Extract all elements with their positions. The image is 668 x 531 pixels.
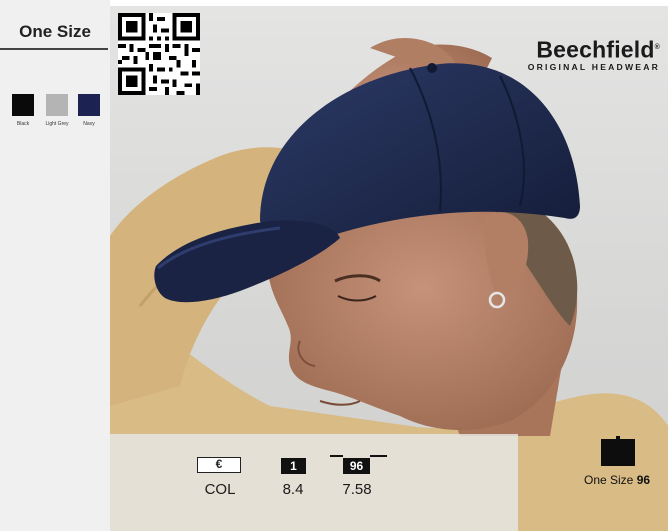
size-divider (0, 48, 108, 50)
brand-tagline: ORIGINAL HEADWEAR (527, 61, 660, 72)
currency-badge: € (197, 457, 241, 473)
color-label-navy: Navy (83, 121, 95, 127)
brand-name: Beechfield (536, 36, 655, 63)
brand-logo: Beechfield® ORIGINAL HEADWEAR (528, 36, 660, 72)
sidebar: One Size Black Light Grey Navy (0, 0, 110, 531)
size-title: One Size (19, 22, 91, 41)
bracket-bar-right (370, 455, 387, 457)
pack-size-label: One Size (584, 473, 634, 487)
price-single: 8.4 (282, 481, 304, 498)
qr-code[interactable] (118, 13, 200, 95)
box-icon (601, 436, 635, 466)
color-swatch-black[interactable] (12, 94, 34, 116)
pack-info: One Size 96 (584, 473, 650, 487)
registered-mark: ® (654, 44, 660, 51)
qty-badge-1: 1 (281, 458, 306, 474)
pack-quantity: 96 (636, 473, 651, 487)
qty-badge-96: 96 (343, 458, 370, 474)
color-swatch-light-grey[interactable] (46, 94, 68, 116)
bracket-bar-left (330, 455, 343, 457)
price-bulk: 7.58 (342, 481, 372, 498)
price-col-label: COL (204, 481, 236, 498)
color-swatch-navy[interactable] (78, 94, 100, 116)
color-label-light-grey: Light Grey (45, 121, 69, 127)
color-label-black: Black (16, 121, 30, 127)
